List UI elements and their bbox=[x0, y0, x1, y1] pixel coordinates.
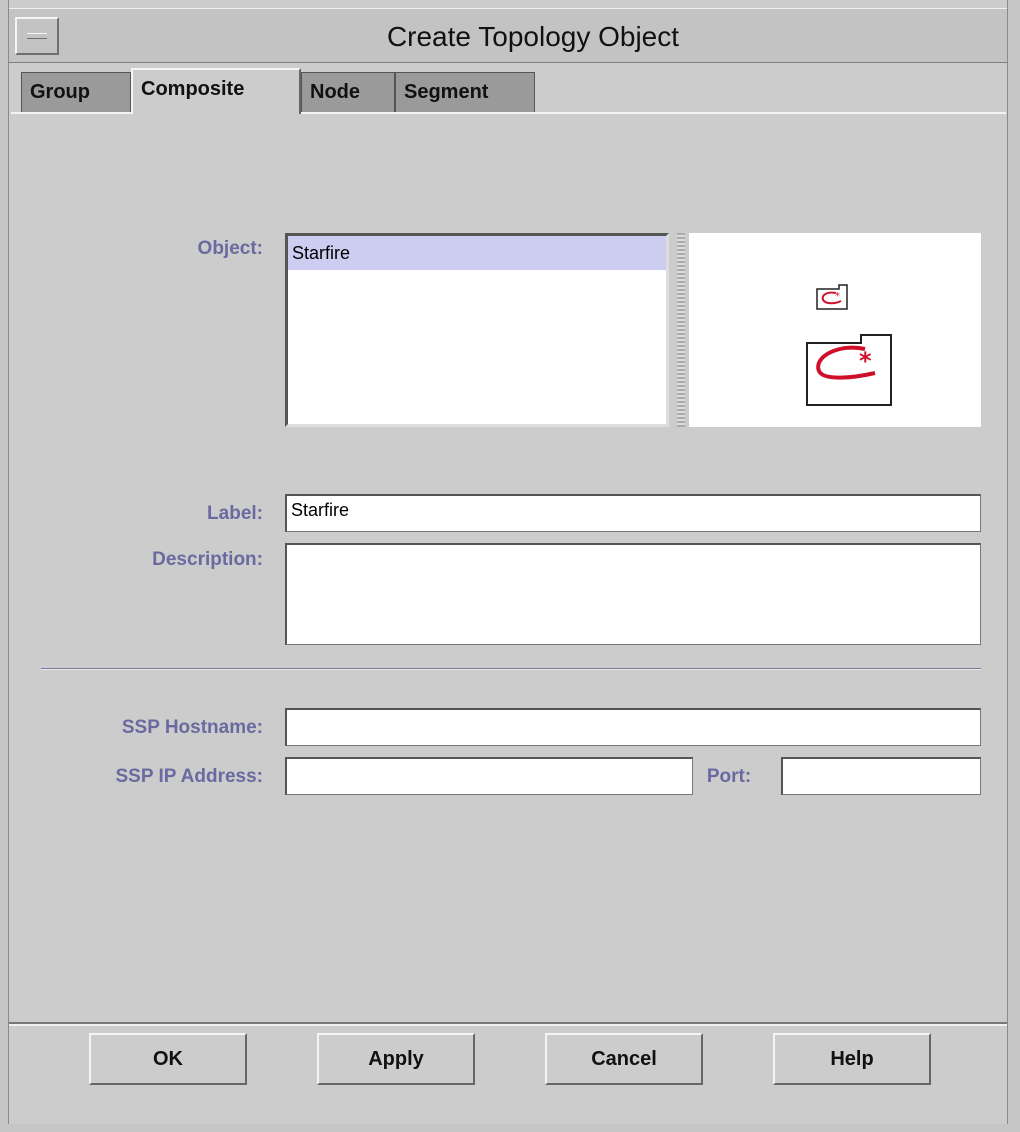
help-button[interactable]: Help bbox=[773, 1033, 931, 1085]
svg-text:*: * bbox=[859, 347, 872, 375]
starfire-composite-large-icon: * bbox=[806, 334, 892, 406]
tab-group[interactable]: Group bbox=[21, 72, 131, 112]
cancel-button[interactable]: Cancel bbox=[545, 1033, 703, 1085]
starfire-composite-small-icon: * bbox=[816, 284, 848, 310]
ssp-ip-label: SSP IP Address: bbox=[115, 766, 264, 787]
ssp-hostname-input[interactable] bbox=[285, 708, 981, 746]
window-menu-icon bbox=[27, 33, 47, 39]
apply-button[interactable]: Apply bbox=[317, 1033, 475, 1085]
port-input[interactable] bbox=[781, 757, 981, 795]
separator bbox=[41, 668, 981, 670]
object-label: Object: bbox=[197, 238, 263, 259]
description-input[interactable] bbox=[285, 543, 981, 645]
ssp-ip-input[interactable] bbox=[285, 757, 693, 795]
icon-preview: * * bbox=[689, 233, 981, 427]
dialog-window: Create Topology Object Group Composite N… bbox=[8, 0, 1008, 1124]
label-input[interactable]: Starfire bbox=[285, 494, 981, 532]
button-bar-separator bbox=[9, 1022, 1007, 1026]
port-label: Port: bbox=[706, 766, 752, 787]
tab-segment[interactable]: Segment bbox=[395, 72, 535, 112]
description-label: Description: bbox=[152, 549, 263, 570]
svg-text:*: * bbox=[835, 291, 840, 302]
ok-button[interactable]: OK bbox=[89, 1033, 247, 1085]
window-title: Create Topology Object bbox=[386, 21, 680, 52]
splitter-handle[interactable] bbox=[677, 233, 685, 427]
tab-node[interactable]: Node bbox=[301, 72, 395, 112]
ssp-hostname-label: SSP Hostname: bbox=[121, 717, 263, 738]
title-bar: Create Topology Object bbox=[9, 8, 1007, 63]
label-field-label: Label: bbox=[207, 503, 263, 524]
window-menu-button[interactable] bbox=[15, 17, 59, 55]
object-list[interactable]: Starfire bbox=[285, 233, 669, 427]
tab-composite[interactable]: Composite bbox=[131, 68, 301, 114]
list-item-starfire[interactable]: Starfire bbox=[288, 236, 666, 270]
